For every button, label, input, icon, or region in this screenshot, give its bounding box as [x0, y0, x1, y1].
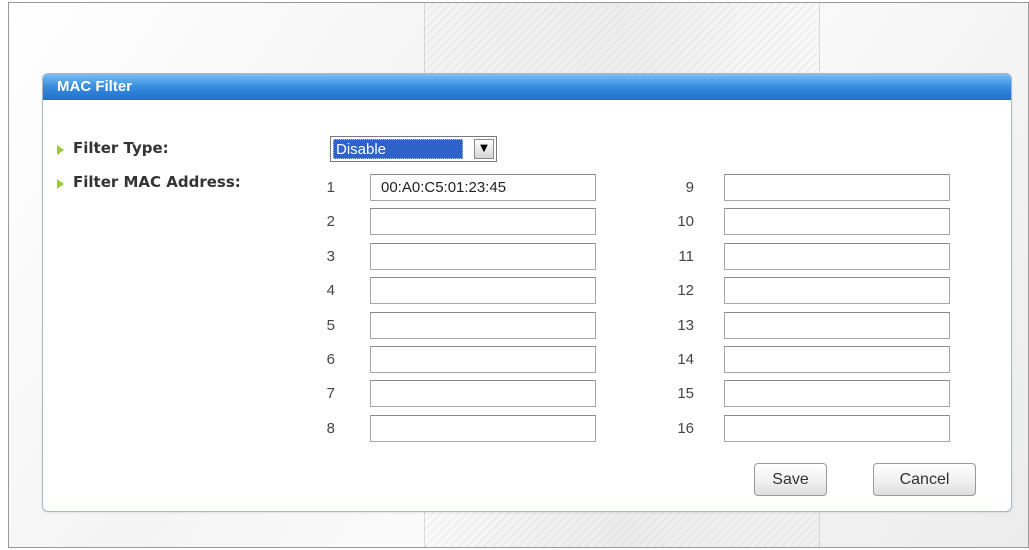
mac-row-number: 13 [677, 317, 694, 334]
mac-address-input-8[interactable] [370, 415, 596, 442]
mac-address-input-11[interactable] [724, 243, 950, 270]
triangle-down-icon[interactable]: ▼ [474, 139, 494, 159]
filter-type-selected-value: Disable [333, 139, 463, 159]
mac-row-number: 11 [678, 248, 694, 265]
mac-address-input-5[interactable] [370, 312, 596, 339]
green-arrow-bullet-icon [57, 179, 64, 189]
mac-address-input-1[interactable]: 00:A0:C5:01:23:45 [370, 174, 596, 201]
mac-address-input-15[interactable] [724, 380, 950, 407]
filter-type-label: Filter Type: [73, 139, 169, 157]
mac-row-number: 12 [677, 282, 694, 299]
mac-address-input-10[interactable] [724, 208, 950, 235]
filter-mac-address-label: Filter MAC Address: [73, 173, 241, 191]
mac-address-input-7[interactable] [370, 380, 596, 407]
mac-row-number: 10 [677, 213, 694, 230]
mac-address-input-12[interactable] [724, 277, 950, 304]
mac-row-number: 14 [677, 351, 694, 368]
mac-address-input-6[interactable] [370, 346, 596, 373]
mac-row-number: 7 [326, 385, 335, 402]
mac-row-number: 5 [326, 317, 335, 334]
mac-row-number: 9 [685, 179, 694, 196]
panel-title: MAC Filter [43, 74, 1011, 100]
save-button[interactable]: Save [754, 463, 827, 496]
mac-address-input-13[interactable] [724, 312, 950, 339]
mac-row-number: 4 [326, 282, 335, 299]
green-arrow-bullet-icon [57, 145, 64, 155]
mac-address-input-3[interactable] [370, 243, 596, 270]
mac-address-input-2[interactable] [370, 208, 596, 235]
mac-filter-panel: MAC Filter Filter Type: Disable ▼ Filter… [42, 73, 1012, 512]
mac-address-input-16[interactable] [724, 415, 950, 442]
mac-row-number: 16 [677, 420, 694, 437]
mac-row-number: 8 [326, 420, 335, 437]
mac-address-input-4[interactable] [370, 277, 596, 304]
cancel-button[interactable]: Cancel [873, 463, 976, 496]
mac-row-number: 2 [326, 213, 335, 230]
mac-address-input-14[interactable] [724, 346, 950, 373]
mac-row-number: 15 [677, 385, 694, 402]
mac-row-number: 1 [326, 179, 335, 196]
mac-row-number: 3 [326, 248, 335, 265]
mac-row-number: 6 [326, 351, 335, 368]
mac-address-input-9[interactable] [724, 174, 950, 201]
filter-type-select[interactable]: Disable ▼ [330, 136, 497, 162]
